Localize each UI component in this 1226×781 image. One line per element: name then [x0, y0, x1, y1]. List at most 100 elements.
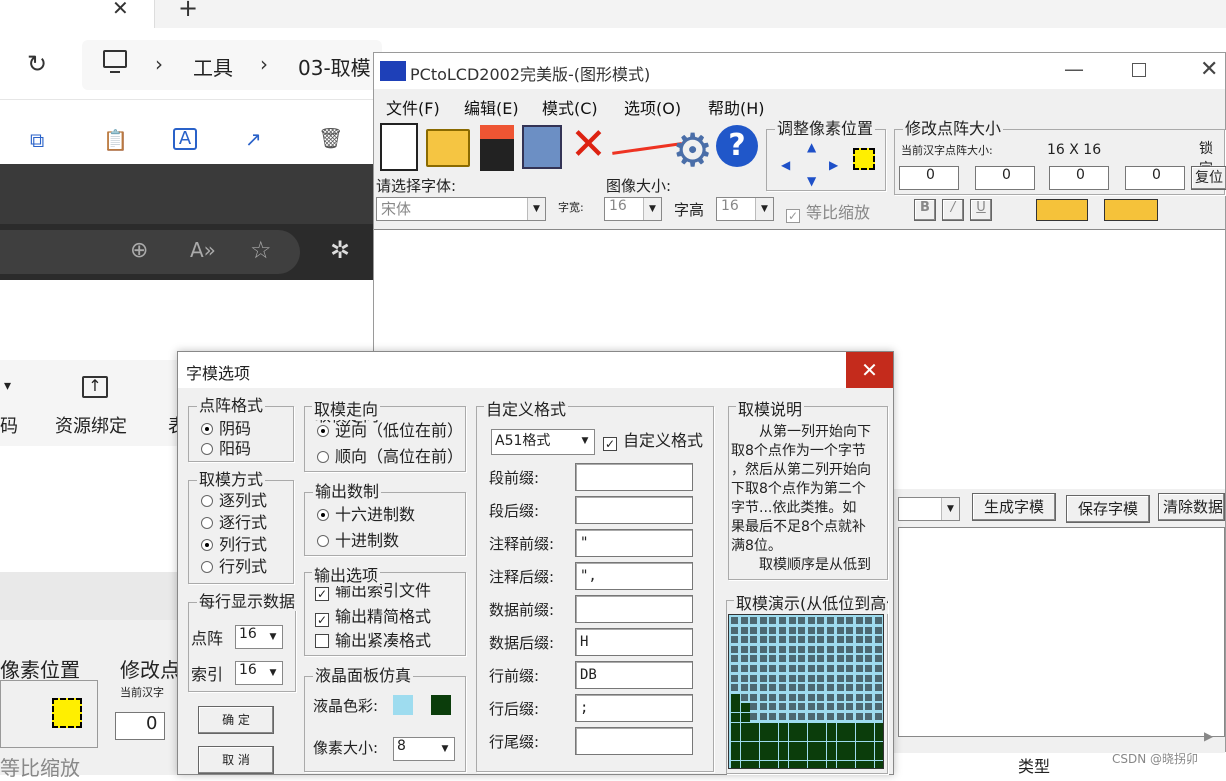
menu-edit[interactable]: 编辑(E): [464, 95, 519, 119]
chevron-down-icon[interactable]: ▼: [264, 626, 282, 648]
field-input[interactable]: [575, 727, 693, 755]
index-count-select[interactable]: 16 ▼: [235, 661, 283, 685]
scroll-right-icon[interactable]: ▶: [1204, 729, 1213, 743]
chevron-down-icon[interactable]: ▼: [941, 498, 959, 520]
save-icon[interactable]: [480, 125, 514, 171]
radio-column-row[interactable]: 列行式: [201, 535, 267, 555]
custom-format-check[interactable]: ✓ 自定义格式: [603, 431, 703, 451]
check-compact[interactable]: ✓ 输出精简格式: [315, 607, 431, 627]
radio-row[interactable]: 逐行式: [201, 513, 267, 533]
dot-count-select[interactable]: 16 ▼: [235, 625, 283, 649]
radio-hex[interactable]: 十六进制数: [317, 505, 415, 525]
export-icon[interactable]: [522, 125, 562, 169]
chevron-down-icon[interactable]: ▼: [527, 198, 545, 220]
menu-options[interactable]: 选项(O): [624, 95, 681, 119]
extensions-icon[interactable]: ✲: [330, 236, 350, 264]
chevron-down-icon[interactable]: ▼: [643, 198, 661, 220]
rename-icon[interactable]: A: [173, 128, 197, 150]
move-right-icon[interactable]: ▶: [829, 158, 838, 172]
italic-button[interactable]: /: [942, 199, 964, 221]
new-tab-icon[interactable]: +: [178, 0, 198, 22]
checkbox: ✓: [603, 437, 617, 451]
underline-button[interactable]: U: [970, 199, 992, 221]
clear-data-button[interactable]: 清除数据: [1158, 493, 1225, 521]
dialog-close-button[interactable]: ✕: [846, 352, 893, 388]
chevron-down-icon[interactable]: ▼: [264, 662, 282, 684]
breadcrumb-folder[interactable]: 03-取模: [298, 52, 371, 81]
flip-horizontal-icon[interactable]: [1036, 199, 1088, 221]
move-up-icon[interactable]: ▲: [807, 140, 816, 154]
radio-positive[interactable]: 阳码: [201, 439, 251, 459]
field-input[interactable]: H: [575, 628, 693, 656]
field-input[interactable]: [575, 496, 693, 524]
lcd-fg-swatch[interactable]: [431, 695, 451, 715]
settings-gear-icon[interactable]: ⚙: [672, 123, 713, 177]
move-left-icon[interactable]: ◀: [781, 158, 790, 172]
paste-icon[interactable]: 📋: [103, 128, 128, 152]
radio-row-column[interactable]: 行列式: [201, 557, 267, 577]
delete-icon[interactable]: 🗑: [318, 126, 343, 150]
ribbon-dropdown[interactable]: ▾: [4, 378, 11, 394]
radio-reverse[interactable]: 逆向（低位在前）: [317, 421, 463, 441]
flip-vertical-icon[interactable]: [1104, 199, 1158, 221]
radio-negative[interactable]: 阴码: [201, 419, 251, 439]
menu-mode[interactable]: 模式(C): [542, 95, 598, 119]
width-select[interactable]: 16 ▼: [604, 197, 662, 221]
chevron-down-icon[interactable]: ▼: [576, 430, 594, 454]
menu-file[interactable]: 文件(F): [386, 95, 440, 119]
menu-help[interactable]: 帮助(H): [708, 95, 765, 119]
check-tight[interactable]: 输出紧凑格式: [315, 631, 431, 651]
cancel-button[interactable]: 取 消: [198, 746, 274, 774]
ok-button[interactable]: 确 定: [198, 706, 274, 734]
field-input[interactable]: ": [575, 529, 693, 557]
stepper-left[interactable]: 0: [899, 166, 959, 190]
radio-dec[interactable]: 十进制数: [317, 531, 399, 551]
chevron-down-icon[interactable]: ▼: [436, 738, 454, 760]
favorite-star-icon[interactable]: ☆: [250, 236, 272, 264]
stepper-top[interactable]: 0: [975, 166, 1035, 190]
output-textarea[interactable]: [898, 527, 1225, 737]
new-file-icon[interactable]: [380, 123, 418, 171]
help-icon[interactable]: ?: [716, 125, 758, 167]
maximize-icon[interactable]: [1132, 63, 1146, 77]
read-aloud-icon[interactable]: A»: [190, 238, 216, 262]
radio-column[interactable]: 逐列式: [201, 491, 267, 511]
field-input[interactable]: [575, 595, 693, 623]
center-icon[interactable]: [853, 148, 875, 170]
ribbon-resource-bind[interactable]: 资源绑定: [55, 412, 127, 438]
stepper-right[interactable]: 0: [1049, 166, 1109, 190]
radio-forward[interactable]: 顺向（高位在前）: [317, 447, 463, 467]
height-select[interactable]: 16 ▼: [716, 197, 774, 221]
reset-button[interactable]: 复位: [1191, 166, 1226, 190]
copy-icon[interactable]: ⧉: [30, 128, 44, 152]
share-icon[interactable]: ↗: [245, 127, 262, 151]
equal-scale-check[interactable]: ✓ 等比缩放: [786, 199, 870, 223]
breadcrumb-tools[interactable]: 工具: [193, 52, 233, 81]
browser-tab[interactable]: [0, 0, 155, 28]
stepper-bottom[interactable]: 0: [1125, 166, 1185, 190]
watermark: CSDN @晓拐卯: [1112, 752, 1199, 766]
refresh-icon[interactable]: ↻: [27, 50, 47, 78]
close-tab-icon[interactable]: ✕: [112, 0, 129, 20]
field-input[interactable]: [575, 463, 693, 491]
font-select[interactable]: 宋体 ▼: [376, 197, 546, 221]
move-down-icon[interactable]: ▼: [807, 174, 816, 188]
field-input[interactable]: ;: [575, 694, 693, 722]
save-font-button[interactable]: 保存字模: [1066, 495, 1150, 523]
delete-x-icon[interactable]: ✕: [570, 119, 607, 170]
zoom-icon[interactable]: ⊕: [130, 238, 148, 263]
lcd-pixel: [750, 761, 760, 768]
generate-button[interactable]: 生成字模: [972, 493, 1056, 521]
format-select[interactable]: A51格式 ▼: [491, 429, 595, 455]
chevron-down-icon[interactable]: ▼: [755, 198, 773, 220]
lcd-bg-swatch[interactable]: [393, 695, 413, 715]
bold-button[interactable]: B: [914, 199, 936, 221]
field-input[interactable]: ",: [575, 562, 693, 590]
type-select[interactable]: ▼: [898, 497, 960, 521]
minimize-icon[interactable]: —: [1064, 57, 1084, 81]
close-icon[interactable]: ✕: [1200, 57, 1218, 82]
upload-folder-icon[interactable]: ↑: [82, 376, 108, 398]
field-input[interactable]: DB: [575, 661, 693, 689]
open-folder-icon[interactable]: [426, 129, 470, 167]
lcd-size-select[interactable]: 8 ▼: [393, 737, 455, 761]
